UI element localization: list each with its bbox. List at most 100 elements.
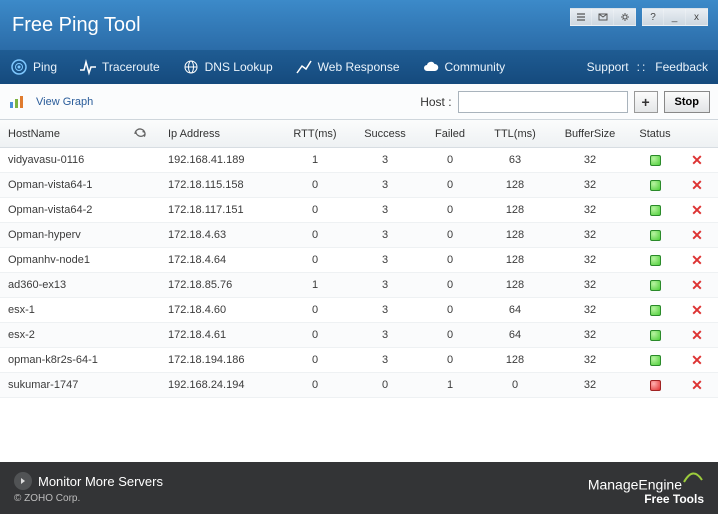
cell-success: 3 bbox=[350, 248, 420, 272]
cell-buffer: 32 bbox=[550, 348, 630, 372]
table-row[interactable]: vidyavasu-0116192.168.41.1891306332✕ bbox=[0, 148, 718, 173]
status-indicator-icon bbox=[650, 355, 661, 366]
status-indicator-icon bbox=[650, 180, 661, 191]
delete-row-icon[interactable]: ✕ bbox=[691, 327, 703, 344]
table-row[interactable]: Opman-hyperv172.18.4.6303012832✕ bbox=[0, 223, 718, 248]
cell-success: 3 bbox=[350, 148, 420, 172]
cell-host: esx-2 bbox=[0, 323, 160, 347]
cell-ip: 172.18.4.63 bbox=[160, 223, 280, 247]
cell-status bbox=[630, 223, 680, 247]
cell-rtt: 0 bbox=[280, 198, 350, 222]
cell-rtt: 0 bbox=[280, 248, 350, 272]
delete-row-icon[interactable]: ✕ bbox=[691, 152, 703, 169]
cell-ip: 172.18.4.64 bbox=[160, 248, 280, 272]
cell-status bbox=[630, 248, 680, 272]
delete-row-icon[interactable]: ✕ bbox=[691, 177, 703, 194]
cell-status bbox=[630, 198, 680, 222]
tab-label: Ping bbox=[33, 60, 57, 74]
delete-row-icon[interactable]: ✕ bbox=[691, 202, 703, 219]
minimize-button[interactable]: _ bbox=[664, 8, 686, 26]
table-row[interactable]: ad360-ex13172.18.85.7613012832✕ bbox=[0, 273, 718, 298]
tab-ping[interactable]: Ping bbox=[10, 58, 57, 76]
tab-community[interactable]: Community bbox=[422, 58, 506, 76]
stop-button[interactable]: Stop bbox=[664, 91, 710, 113]
cell-rtt: 0 bbox=[280, 298, 350, 322]
graph-icon bbox=[295, 58, 313, 76]
cell-ttl: 128 bbox=[480, 173, 550, 197]
cell-success: 3 bbox=[350, 173, 420, 197]
table-row[interactable]: Opmanhv-node1172.18.4.6403012832✕ bbox=[0, 248, 718, 273]
delete-row-icon[interactable]: ✕ bbox=[691, 277, 703, 294]
delete-row-icon[interactable]: ✕ bbox=[691, 352, 703, 369]
cell-ttl: 128 bbox=[480, 248, 550, 272]
table-row[interactable]: esx-1172.18.4.600306432✕ bbox=[0, 298, 718, 323]
cell-ttl: 128 bbox=[480, 198, 550, 222]
status-indicator-icon bbox=[650, 230, 661, 241]
cell-success: 3 bbox=[350, 323, 420, 347]
cell-failed: 1 bbox=[420, 373, 480, 397]
status-indicator-icon bbox=[650, 255, 661, 266]
cell-success: 3 bbox=[350, 198, 420, 222]
pulse-icon bbox=[79, 58, 97, 76]
help-button[interactable]: ? bbox=[642, 8, 664, 26]
mail-icon[interactable] bbox=[592, 8, 614, 26]
host-label: Host : bbox=[420, 95, 451, 109]
delete-row-icon[interactable]: ✕ bbox=[691, 227, 703, 244]
status-indicator-icon bbox=[650, 305, 661, 316]
status-indicator-icon bbox=[650, 155, 661, 166]
delete-row-icon[interactable]: ✕ bbox=[691, 252, 703, 269]
cell-rtt: 0 bbox=[280, 323, 350, 347]
cell-buffer: 32 bbox=[550, 148, 630, 172]
monitor-more-link[interactable]: Monitor More Servers bbox=[38, 474, 163, 489]
cell-ip: 172.18.115.158 bbox=[160, 173, 280, 197]
cell-host: ad360-ex13 bbox=[0, 273, 160, 297]
cell-ip: 172.18.4.61 bbox=[160, 323, 280, 347]
dns-icon bbox=[182, 58, 200, 76]
results-table: HostName Ip Address RTT(ms) Success Fail… bbox=[0, 120, 718, 462]
cell-ip: 192.168.41.189 bbox=[160, 148, 280, 172]
swirl-icon bbox=[682, 470, 704, 484]
feedback-link[interactable]: Feedback bbox=[655, 60, 708, 74]
cell-status bbox=[630, 373, 680, 397]
delete-row-icon[interactable]: ✕ bbox=[691, 377, 703, 394]
cell-buffer: 32 bbox=[550, 198, 630, 222]
cell-buffer: 32 bbox=[550, 273, 630, 297]
table-header: HostName Ip Address RTT(ms) Success Fail… bbox=[0, 120, 718, 148]
tab-traceroute[interactable]: Traceroute bbox=[79, 58, 160, 76]
target-icon bbox=[10, 58, 28, 76]
close-button[interactable]: x bbox=[686, 8, 708, 26]
cell-buffer: 32 bbox=[550, 223, 630, 247]
status-indicator-icon bbox=[650, 330, 661, 341]
table-row[interactable]: esx-2172.18.4.610306432✕ bbox=[0, 323, 718, 348]
cell-host: Opman-vista64-1 bbox=[0, 173, 160, 197]
table-row[interactable]: Opman-vista64-1172.18.115.15803012832✕ bbox=[0, 173, 718, 198]
status-indicator-icon bbox=[650, 380, 661, 391]
refresh-icon[interactable] bbox=[132, 126, 148, 142]
tab-dns-lookup[interactable]: DNS Lookup bbox=[182, 58, 273, 76]
table-row[interactable]: sukumar-1747192.168.24.194001032✕ bbox=[0, 373, 718, 398]
chart-icon[interactable] bbox=[8, 94, 28, 110]
cell-status bbox=[630, 173, 680, 197]
cell-rtt: 0 bbox=[280, 348, 350, 372]
col-ip: Ip Address bbox=[160, 120, 280, 147]
cell-status bbox=[630, 148, 680, 172]
cell-host: Opmanhv-node1 bbox=[0, 248, 160, 272]
delete-row-icon[interactable]: ✕ bbox=[691, 302, 703, 319]
host-input[interactable] bbox=[458, 91, 628, 113]
cell-rtt: 0 bbox=[280, 373, 350, 397]
table-row[interactable]: opman-k8r2s-64-1172.18.194.18603012832✕ bbox=[0, 348, 718, 373]
cell-ip: 192.168.24.194 bbox=[160, 373, 280, 397]
cell-success: 3 bbox=[350, 223, 420, 247]
table-row[interactable]: Opman-vista64-2172.18.117.15103012832✕ bbox=[0, 198, 718, 223]
cell-failed: 0 bbox=[420, 298, 480, 322]
menu-icon[interactable] bbox=[570, 8, 592, 26]
support-link[interactable]: Support bbox=[587, 60, 629, 74]
cell-failed: 0 bbox=[420, 223, 480, 247]
app-title: Free Ping Tool bbox=[12, 14, 141, 37]
view-graph-link[interactable]: View Graph bbox=[36, 96, 93, 108]
cell-ttl: 128 bbox=[480, 223, 550, 247]
add-host-button[interactable]: + bbox=[634, 91, 658, 113]
cell-buffer: 32 bbox=[550, 323, 630, 347]
tab-web-response[interactable]: Web Response bbox=[295, 58, 400, 76]
gear-icon[interactable] bbox=[614, 8, 636, 26]
